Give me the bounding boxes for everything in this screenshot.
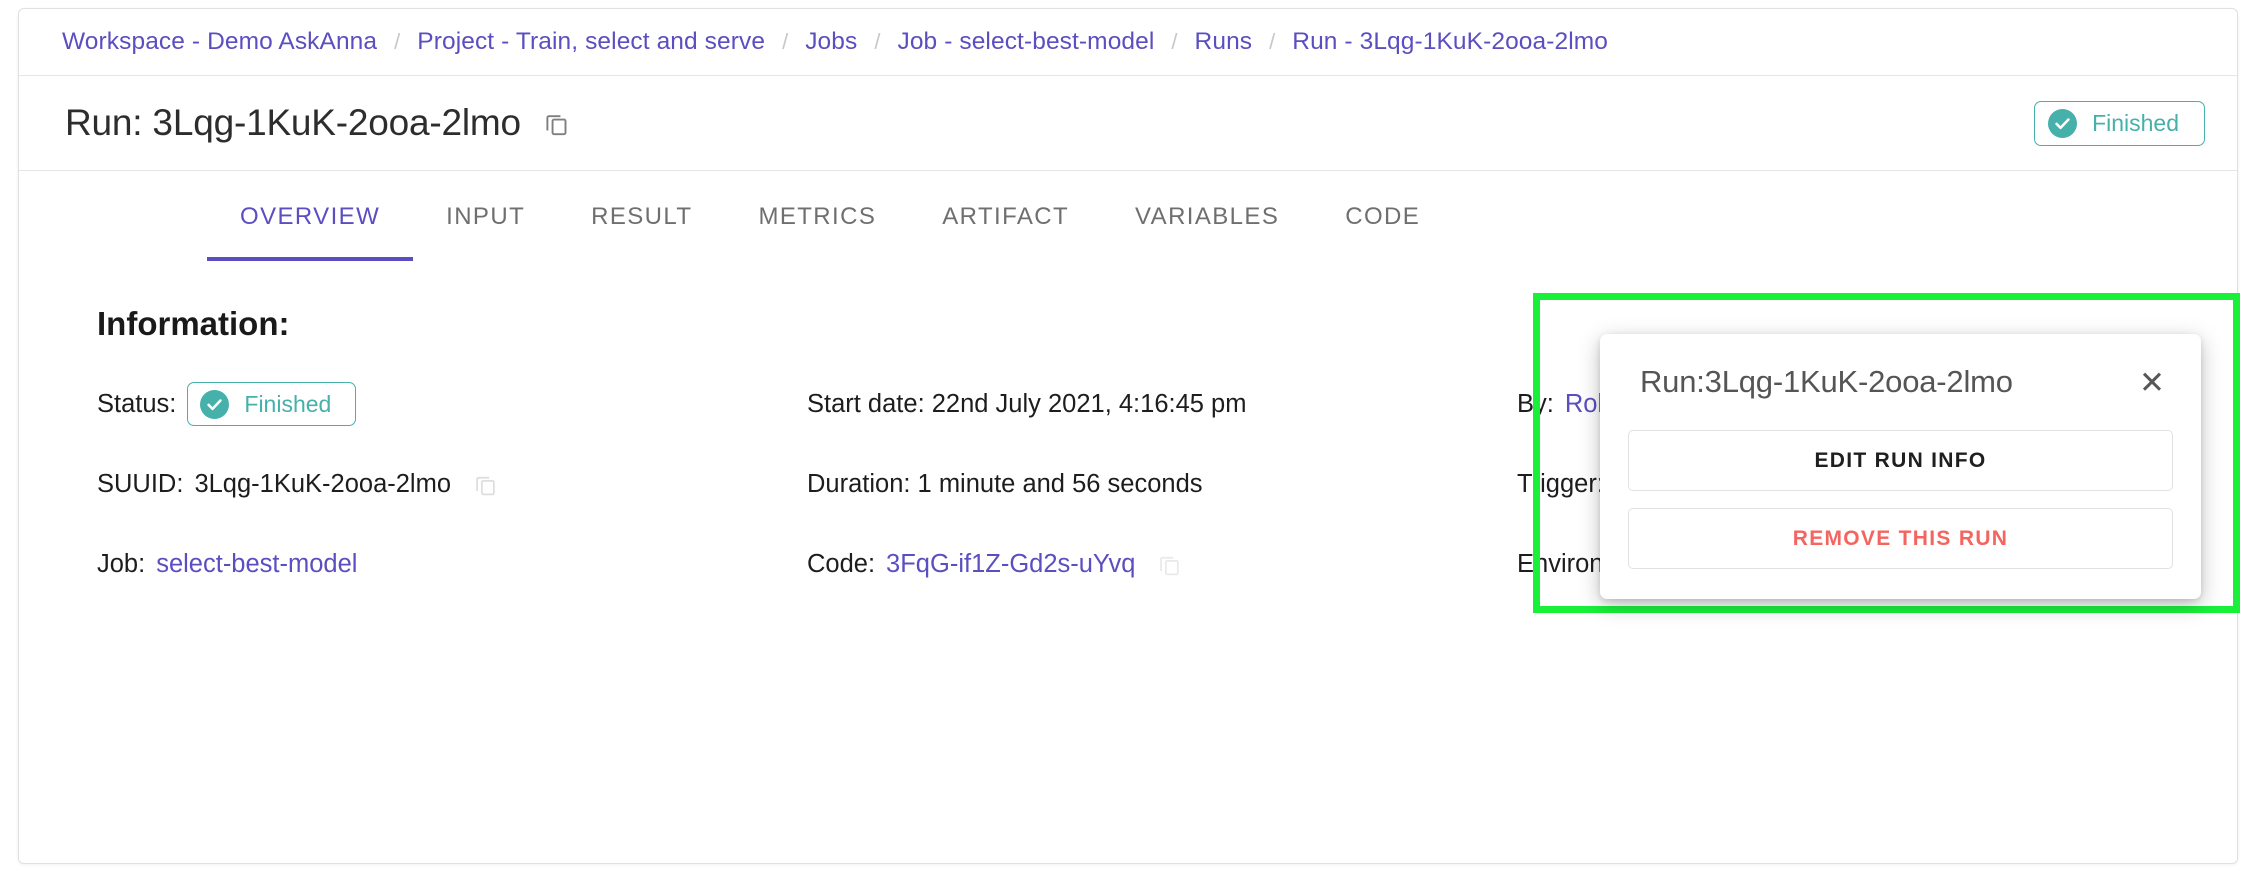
tab-artifact[interactable]: ARTIFACT — [909, 197, 1102, 261]
page-header: Run: 3Lqg-1KuK-2ooa-2lmo Finished — [19, 76, 2237, 171]
info-job: Job: select-best-model — [97, 541, 807, 587]
breadcrumb-item-job[interactable]: Job - select-best-model — [897, 28, 1154, 56]
popup-header: Run:3Lqg-1KuK-2ooa-2lmo ✕ — [1628, 360, 2173, 400]
popup-title: Run:3Lqg-1KuK-2ooa-2lmo — [1640, 364, 2013, 400]
tab-code[interactable]: CODE — [1312, 197, 1453, 261]
info-duration: Duration: 1 minute and 56 seconds — [807, 461, 1517, 507]
remove-this-run-button[interactable]: REMOVE THIS RUN — [1628, 508, 2173, 569]
status-badge-info: Finished — [187, 382, 356, 426]
info-job-label: Job: — [97, 550, 145, 579]
breadcrumb: Workspace - Demo AskAnna / Project - Tra… — [19, 9, 2237, 76]
copy-icon[interactable] — [1157, 552, 1182, 577]
edit-run-info-button[interactable]: EDIT RUN INFO — [1628, 430, 2173, 491]
check-circle-icon — [2048, 109, 2077, 138]
breadcrumb-item-run[interactable]: Run - 3Lqg-1KuK-2ooa-2lmo — [1292, 28, 1608, 56]
check-circle-icon — [200, 390, 229, 419]
tab-input[interactable]: INPUT — [413, 197, 558, 261]
info-code: Code: 3FqG-if1Z-Gd2s-uYvq — [807, 541, 1517, 587]
copy-icon[interactable] — [473, 472, 498, 497]
breadcrumb-separator: / — [1171, 29, 1177, 55]
status-badge-info-label: Finished — [244, 391, 331, 418]
status-badge: Finished — [2034, 101, 2205, 146]
tab-result[interactable]: RESULT — [558, 197, 725, 261]
breadcrumb-item-project[interactable]: Project - Train, select and serve — [417, 28, 765, 56]
info-job-value[interactable]: select-best-model — [156, 550, 357, 579]
tab-bar: OVERVIEW INPUT RESULT METRICS ARTIFACT V… — [19, 171, 2237, 275]
close-icon[interactable]: ✕ — [2133, 367, 2171, 398]
run-detail-page: Workspace - Demo AskAnna / Project - Tra… — [0, 0, 2254, 874]
breadcrumb-separator: / — [1269, 29, 1275, 55]
breadcrumb-item-workspace[interactable]: Workspace - Demo AskAnna — [62, 28, 377, 56]
info-code-label: Code: — [807, 550, 875, 579]
tab-overview[interactable]: OVERVIEW — [207, 197, 413, 261]
info-suuid-value: 3Lqg-1KuK-2ooa-2lmo — [194, 470, 451, 499]
breadcrumb-item-jobs[interactable]: Jobs — [805, 28, 857, 56]
status-badge-label: Finished — [2092, 110, 2179, 137]
run-actions-popup: Run:3Lqg-1KuK-2ooa-2lmo ✕ EDIT RUN INFO … — [1600, 334, 2201, 599]
info-status-label: Status: — [97, 390, 176, 419]
info-code-value[interactable]: 3FqG-if1Z-Gd2s-uYvq — [886, 550, 1135, 579]
info-start-date: Start date: 22nd July 2021, 4:16:45 pm — [807, 381, 1517, 427]
page-title: Run: 3Lqg-1KuK-2ooa-2lmo — [65, 102, 521, 144]
breadcrumb-separator: / — [782, 29, 788, 55]
info-suuid: SUUID: 3Lqg-1KuK-2ooa-2lmo — [97, 461, 807, 507]
info-suuid-label: SUUID: — [97, 470, 183, 499]
page-card: Workspace - Demo AskAnna / Project - Tra… — [18, 8, 2238, 864]
tab-metrics[interactable]: METRICS — [725, 197, 909, 261]
breadcrumb-separator: / — [874, 29, 880, 55]
info-status: Status: Finished — [97, 381, 807, 427]
breadcrumb-item-runs[interactable]: Runs — [1195, 28, 1253, 56]
breadcrumb-separator: / — [394, 29, 400, 55]
copy-icon[interactable] — [543, 110, 570, 137]
tab-variables[interactable]: VARIABLES — [1102, 197, 1312, 261]
